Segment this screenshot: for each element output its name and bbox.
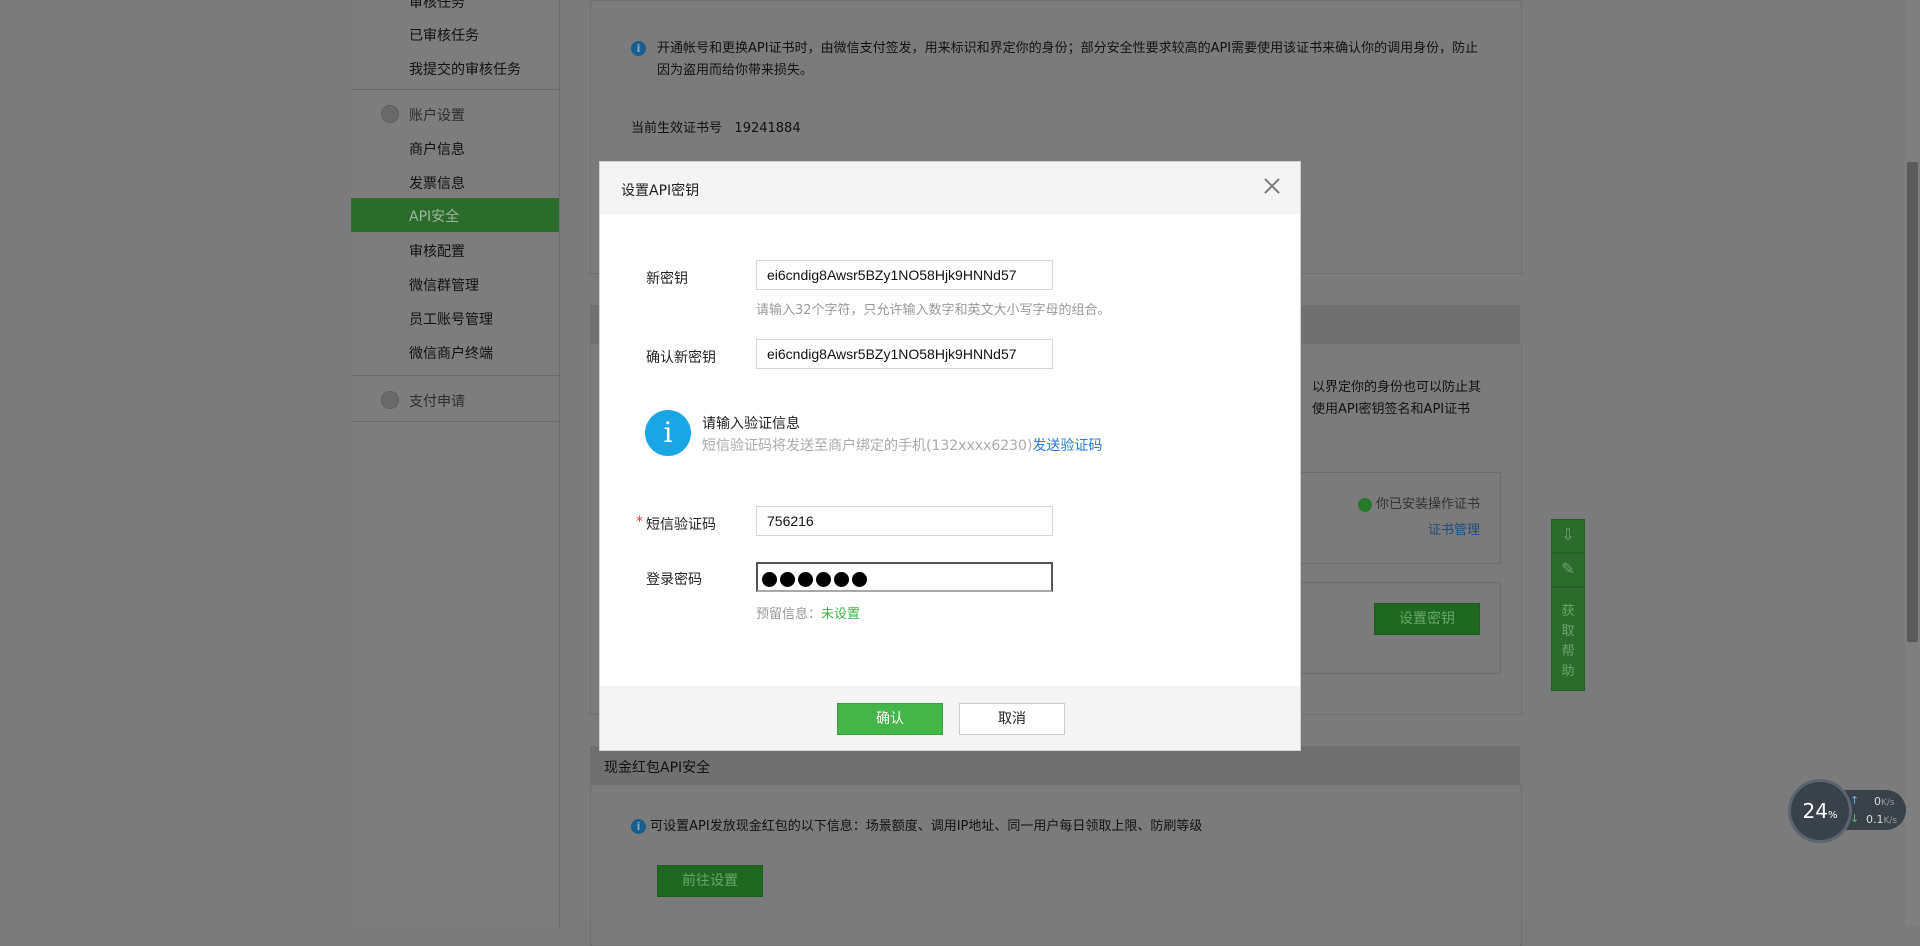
cert-number-row: 当前生效证书号 19241884: [631, 117, 801, 136]
key-panel-line-2: 使用API密钥签名和API证书: [1311, 402, 1471, 417]
sidebar-item-invoice-info[interactable]: 发票信息: [409, 173, 465, 193]
api-key-dialog: 设置API密钥 新密钥 ei6cndig8Awsr5BZy1NO58Hjk9HN…: [600, 162, 1300, 750]
check-icon: [1357, 497, 1372, 512]
sidebar-divider: [351, 375, 559, 376]
download-unit: K/s: [1883, 816, 1898, 826]
verify-desc-text: 短信验证码将发送至商户绑定的手机(132xxxx6230): [702, 438, 1033, 454]
sidebar-group-account: 账户设置: [409, 108, 465, 124]
gear-icon: [381, 105, 399, 123]
sidebar-item-reviewed-tasks[interactable]: 已审核任务: [409, 25, 479, 45]
cpu-usage-widget[interactable]: 24%: [1788, 779, 1852, 843]
sidebar-item-label: API安全: [409, 209, 460, 225]
key-panel-line-1: 以界定你的身份也可以防止其: [1311, 380, 1481, 395]
upload-value: 0: [1874, 795, 1881, 808]
new-key-hint: 请输入32个字符，只允许输入数字和英文大小写字母的组合。: [756, 303, 1111, 318]
new-key-input[interactable]: ei6cndig8Awsr5BZy1NO58Hjk9HNNd57: [756, 260, 1053, 290]
help-char: 助: [1561, 664, 1575, 679]
cert-installed-text: 你已安装操作证书: [1375, 497, 1480, 512]
redpack-title: 现金红包API安全: [604, 760, 711, 776]
dialog-footer: 确认 取消: [600, 686, 1300, 750]
sidebar-item-wechat-group[interactable]: 微信群管理: [409, 275, 479, 295]
payment-icon: [381, 391, 399, 409]
reserved-value: 未设置: [821, 607, 861, 622]
redpack-panel-header: 现金红包API安全: [590, 746, 1520, 785]
scrollbar-thumb[interactable]: [1907, 162, 1918, 642]
sidebar-divider: [351, 421, 559, 422]
cert-installed: 你已安装操作证书: [1357, 493, 1480, 512]
required-mark: *: [636, 514, 643, 530]
verify-title: 请输入验证信息: [702, 416, 800, 432]
verify-desc: 短信验证码将发送至商户绑定的手机(132xxxx6230)发送验证码: [702, 435, 1102, 455]
key-panel-text: 以界定你的身份也可以防止其 使用API密钥签名和API证书: [1312, 377, 1481, 421]
confirm-key-label: 确认新密钥: [646, 350, 716, 366]
cert-number-label: 当前生效证书号: [631, 121, 723, 136]
close-icon[interactable]: [1262, 176, 1282, 196]
info-icon: i: [631, 819, 646, 834]
reserved-info: 预留信息：未设置: [756, 603, 860, 622]
sidebar-item-api-security[interactable]: API安全: [351, 198, 559, 232]
help-char: 获: [1561, 604, 1575, 619]
sidebar: 审核任务 已审核任务 我提交的审核任务 账户设置 商户信息 发票信息 API安全…: [351, 0, 560, 927]
help-tool[interactable]: 获 取 帮 助: [1551, 587, 1585, 691]
download-speed: 0.1K/s: [1866, 813, 1897, 826]
download-tool[interactable]: ⇩: [1551, 519, 1585, 553]
sms-label: * 短信验证码: [636, 514, 716, 534]
dialog-title: 设置API密钥: [621, 183, 700, 199]
sidebar-item-review-config[interactable]: 审核配置: [409, 241, 465, 261]
redpack-notice-text: 可设置API发放现金红包的以下信息：场景额度、调用IP地址、同一用户每日领取上限…: [650, 819, 1203, 834]
download-value: 0.1: [1866, 813, 1884, 826]
upload-speed: 0K/s: [1874, 795, 1895, 808]
redpack-panel: i 可设置API发放现金红包的以下信息：场景额度、调用IP地址、同一用户每日领取…: [590, 784, 1522, 946]
usage-unit: %: [1827, 810, 1838, 821]
cert-number: 19241884: [734, 121, 801, 136]
help-text: 获 取 帮 助: [1552, 588, 1584, 682]
confirm-key-input[interactable]: ei6cndig8Awsr5BZy1NO58Hjk9HNNd57: [756, 339, 1053, 369]
info-icon: i: [631, 41, 646, 56]
sidebar-item-merchant-info[interactable]: 商户信息: [409, 139, 465, 159]
upload-unit: K/s: [1881, 798, 1895, 808]
redpack-notice: i 可设置API发放现金红包的以下信息：场景额度、调用IP地址、同一用户每日领取…: [631, 815, 1202, 834]
dialog-header: 设置API密钥: [600, 162, 1300, 214]
send-code-link[interactable]: 发送验证码: [1032, 438, 1102, 454]
reserved-label: 预留信息：: [756, 607, 822, 622]
edit-icon: ✎: [1561, 559, 1575, 578]
edit-tool[interactable]: ✎: [1551, 553, 1585, 587]
scrollbar[interactable]: [1905, 0, 1920, 927]
sidebar-item-staff-accounts[interactable]: 员工账号管理: [409, 309, 493, 329]
sidebar-group-pay[interactable]: 支付申请: [409, 391, 465, 411]
cancel-button[interactable]: 取消: [959, 703, 1065, 735]
set-key-button[interactable]: 设置密钥: [1374, 603, 1480, 635]
usage-percent: 24: [1802, 799, 1828, 823]
sidebar-divider: [351, 89, 559, 90]
password-input[interactable]: [756, 562, 1053, 592]
download-icon: ⇩: [1561, 525, 1575, 544]
info-icon: i: [645, 410, 691, 456]
sidebar-item-submitted-tasks[interactable]: 我提交的审核任务: [409, 59, 521, 79]
cert-notice: i 开通帐号和更换API证书时，由微信支付签发，用来标识和界定你的身份；部分安全…: [631, 38, 1491, 82]
help-char: 取: [1561, 624, 1575, 639]
cert-manage-link[interactable]: 证书管理: [1428, 519, 1480, 538]
help-char: 帮: [1561, 644, 1575, 659]
cert-notice-text: 开通帐号和更换API证书时，由微信支付签发，用来标识和界定你的身份；部分安全性要…: [657, 41, 1479, 78]
password-label: 登录密码: [646, 572, 702, 588]
confirm-button[interactable]: 确认: [837, 703, 943, 735]
goto-settings-button[interactable]: 前往设置: [657, 865, 763, 897]
sms-code-input[interactable]: 756216: [756, 506, 1053, 536]
sidebar-item-review-tasks[interactable]: 审核任务: [409, 0, 465, 12]
sms-label-text: 短信验证码: [646, 517, 716, 533]
sidebar-item-merchant-terminal[interactable]: 微信商户终端: [409, 343, 493, 363]
new-key-label: 新密钥: [646, 271, 688, 287]
